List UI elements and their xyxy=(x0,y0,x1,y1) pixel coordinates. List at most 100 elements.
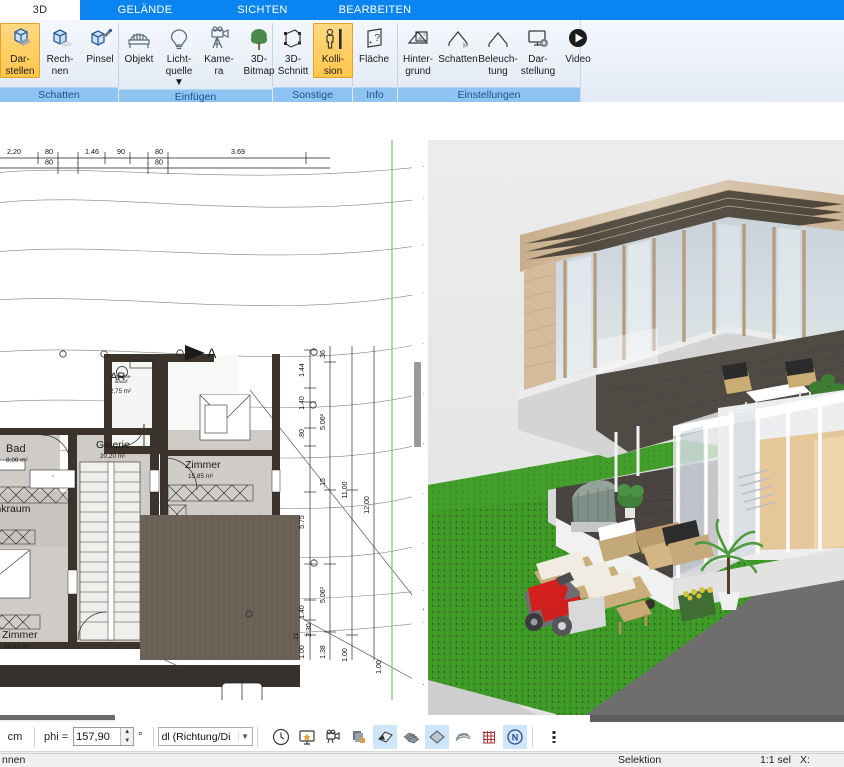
grid-icon[interactable] xyxy=(477,725,501,749)
floorplan-panel[interactable]: 2,20 80 80 1.46 90 80 80 3.69 Wäsche- ab… xyxy=(0,140,424,700)
lightbulb-icon xyxy=(165,26,193,53)
ribbon-group-einstellungen: Hinter- grund Schatten Beleuch- tung Dar… xyxy=(398,20,591,102)
monitor-gear-icon xyxy=(524,26,552,53)
dim-label: 1.00 xyxy=(299,645,306,659)
degree-label: ° xyxy=(138,730,143,743)
workspace: 2,20 80 80 1.46 90 80 80 3.69 Wäsche- ab… xyxy=(0,102,844,720)
room-name-schrankraum: Schrankraum xyxy=(0,503,31,515)
dim-label: 80 xyxy=(155,147,163,156)
scrollbar-thumb[interactable] xyxy=(414,362,421,447)
camera-icon[interactable] xyxy=(321,725,345,749)
button-schatten-settings[interactable]: Schatten xyxy=(438,23,478,66)
cube-calc-icon xyxy=(46,26,74,53)
phi-input[interactable] xyxy=(74,728,121,745)
tab-gelaende[interactable]: GELÄNDE xyxy=(80,0,210,20)
dim-label: 1.40 xyxy=(299,396,306,410)
status-toolbar: cm phi = ▲ ▼ ° dl (Richtung/Di ▼ xyxy=(0,722,844,752)
ribbon-group-info: ? Fläche Info xyxy=(353,20,397,102)
ribbon-content: Dar- stellen Rech- nen Pinsel Schatten O… xyxy=(0,20,591,104)
room-area-zimmer-3: 14,32 m² xyxy=(4,643,29,650)
dim-label: 12,00 xyxy=(364,496,371,514)
status-left-text: nnen xyxy=(2,754,26,766)
button-hintergrund[interactable]: Hinter- grund xyxy=(398,23,438,77)
monitor-star-icon[interactable] xyxy=(295,725,319,749)
direction-mode-select[interactable]: dl (Richtung/Di ▼ xyxy=(157,727,253,746)
dim-label: 1.00 xyxy=(376,660,383,674)
tab-3d[interactable]: 3D xyxy=(0,0,80,20)
spinner-down-icon[interactable]: ▼ xyxy=(121,737,133,746)
dim-label: 2,20 xyxy=(7,147,21,156)
decor-strip-left xyxy=(0,715,115,720)
dim-label: 5.06³ xyxy=(320,586,327,603)
spinner-up-icon[interactable]: ▲ xyxy=(121,728,133,737)
divider-4 xyxy=(531,726,533,747)
tree-icon xyxy=(245,26,273,53)
button-beleuchtung[interactable]: Beleuch- tung xyxy=(478,23,518,77)
dim-label: 90 xyxy=(117,147,125,156)
dim-label: .21 xyxy=(294,632,300,641)
dim-label: 1.40 xyxy=(299,605,306,619)
curved-surface-icon[interactable] xyxy=(451,725,475,749)
room-area-zimmer-1: 15,85 m² xyxy=(188,473,213,480)
cube-brush-icon xyxy=(86,26,114,53)
button-kamera[interactable]: Kame- ra xyxy=(199,23,239,77)
room-name-galerie: Galerie xyxy=(96,439,130,451)
button-video[interactable]: Video xyxy=(558,23,598,66)
render-3d-image[interactable] xyxy=(428,140,844,720)
button-darstellen-label: Dar- stellen xyxy=(5,54,35,77)
button-lichtquelle[interactable]: Licht- quelle ▼ xyxy=(159,23,199,89)
button-rechnen[interactable]: Rech- nen xyxy=(40,23,80,77)
button-beleuchtung-label: Beleuch- tung xyxy=(478,54,518,77)
button-flaeche[interactable]: ? Fläche xyxy=(353,23,395,66)
dim-label: 1.00 xyxy=(342,648,349,662)
room-area-galerie: 20,20 m² xyxy=(100,453,125,460)
view-3d-render[interactable] xyxy=(428,140,844,720)
dim-label: 80 xyxy=(45,147,53,156)
button-pinsel[interactable]: Pinsel xyxy=(80,23,120,66)
ribbon: Dar- stellen Rech- nen Pinsel Schatten O… xyxy=(0,20,844,104)
floorplan-vertical-scrollbar[interactable] xyxy=(412,140,423,700)
statusbar-area: cm phi = ▲ ▼ ° dl (Richtung/Di ▼ xyxy=(0,715,844,767)
dim-label: 80 xyxy=(155,158,163,167)
unit-label: cm xyxy=(7,730,23,743)
button-rechnen-label: Rech- nen xyxy=(46,54,74,77)
cube-shadow-icon xyxy=(6,26,34,53)
button-objekt[interactable]: Objekt xyxy=(119,23,159,66)
collision-person-icon xyxy=(319,26,347,53)
overflow-button[interactable] xyxy=(542,723,565,750)
dim-label: 3.69 xyxy=(231,147,245,156)
ribbon-tabbar: 3D GELÄNDE SICHTEN BEARBEITEN xyxy=(0,0,844,20)
direction-mode-value: dl (Richtung/Di xyxy=(161,730,231,743)
phi-spinner-arrows[interactable]: ▲ ▼ xyxy=(120,728,134,746)
section-cut-icon xyxy=(279,26,307,53)
room-name-zimmer-3: Zimmer xyxy=(2,629,38,641)
chevron-down-icon[interactable]: ▼ xyxy=(237,732,252,741)
layers-export-icon[interactable] xyxy=(347,725,371,749)
status-selection-label: Selektion xyxy=(618,754,662,766)
section-marker-label-top: A xyxy=(207,345,217,361)
button-3d-schnitt[interactable]: 3D- Schnitt xyxy=(273,23,313,77)
tab-sichten[interactable]: SICHTEN xyxy=(210,0,315,20)
clock-icon[interactable] xyxy=(269,725,293,749)
tab-bearbeiten[interactable]: BEARBEITEN xyxy=(315,0,435,20)
ribbon-empty-area xyxy=(580,20,844,102)
button-darstellen[interactable]: Dar- stellen xyxy=(0,23,40,78)
status-scale: 1:1 sel xyxy=(760,754,791,766)
floorplan-drawing[interactable]: 2,20 80 80 1.46 90 80 80 3.69 Wäsche- ab… xyxy=(0,140,424,700)
dim-label: 5.06² xyxy=(320,413,327,430)
button-schatten-label: Schatten xyxy=(438,54,478,65)
single-plane-icon[interactable] xyxy=(424,724,449,749)
button-darstellung[interactable]: Dar- stellung xyxy=(518,23,558,77)
ribbon-group-einstellungen-label: Einstellungen xyxy=(398,87,580,102)
background-picture-icon xyxy=(404,26,432,53)
status-coord-x: X: xyxy=(800,754,810,766)
stacked-planes-icon[interactable] xyxy=(399,725,423,749)
ribbon-group-sonstige: 3D- Schnitt Kolli- sion Sonstige xyxy=(273,20,353,102)
phi-label: phi = xyxy=(44,730,69,743)
phi-spinner[interactable]: ▲ ▼ xyxy=(73,727,135,746)
button-kollision[interactable]: Kolli- sion xyxy=(313,23,353,78)
svg-text:?: ? xyxy=(375,33,381,44)
ribbon-group-schatten-label: Schatten xyxy=(0,87,118,102)
plane-pointer-icon[interactable] xyxy=(372,724,397,749)
north-icon[interactable]: N xyxy=(502,724,527,749)
